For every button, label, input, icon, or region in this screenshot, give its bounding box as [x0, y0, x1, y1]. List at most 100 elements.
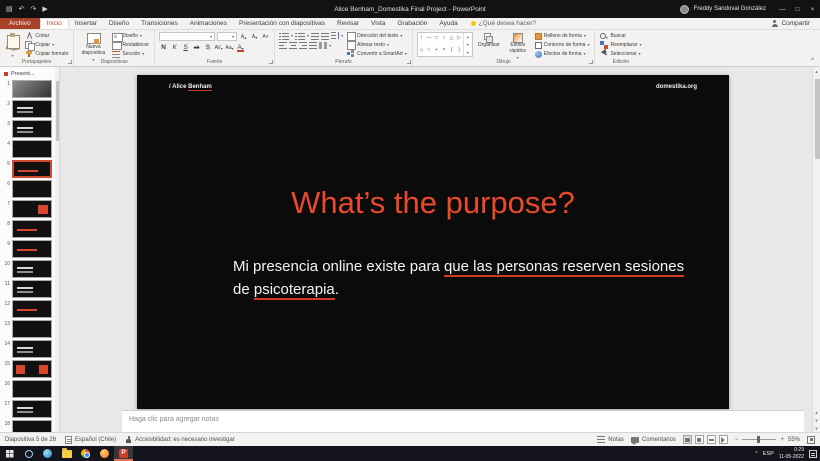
slide-thumbnail-image[interactable] — [12, 120, 52, 138]
slide-thumbnail-6[interactable]: 6 — [0, 180, 59, 200]
slide-thumbnail-4[interactable]: 4 — [0, 140, 59, 160]
search-button[interactable] — [19, 446, 38, 461]
slide-thumbnail-12[interactable]: 12 — [0, 300, 59, 320]
tab-insertar[interactable]: Insertar — [69, 18, 103, 29]
slide-author-text[interactable]: / Alice Benham — [169, 84, 212, 90]
slide-thumbnail-image[interactable] — [12, 180, 52, 198]
numbering-icon[interactable] — [295, 33, 305, 40]
slide-thumbnail-image[interactable] — [12, 100, 52, 118]
taskbar-firefox[interactable] — [95, 446, 114, 461]
comments-toggle[interactable]: Comentarios — [631, 437, 676, 443]
font-name-combobox[interactable]: ▾ — [159, 32, 215, 41]
share-button[interactable]: Compartir — [761, 18, 820, 29]
tab-ayuda[interactable]: Ayuda — [433, 18, 463, 29]
tab-grabación[interactable]: Grabación — [391, 18, 433, 29]
slide-thumbnail-1[interactable]: 1 — [0, 80, 59, 100]
slide-counter[interactable]: Diapositiva 5 de 26 — [5, 437, 56, 443]
slide-thumbnail-5[interactable]: 5 — [0, 160, 59, 180]
gallery-up-icon[interactable]: ▴ — [467, 34, 469, 39]
start-button[interactable] — [0, 446, 19, 461]
taskbar-powerpoint[interactable]: P — [114, 446, 133, 461]
save-icon[interactable]: ▤ — [6, 5, 13, 13]
font-color-button[interactable]: A▾ — [236, 43, 245, 52]
slide-thumbnail-17[interactable]: 17 — [0, 400, 59, 420]
slide-thumbnail-13[interactable]: 13 — [0, 320, 59, 340]
tell-me-box[interactable]: ¿Qué desea hacer? — [464, 18, 543, 29]
text-shadow-button[interactable]: S — [203, 43, 212, 52]
quick-styles-button[interactable]: Estilos rápidos ▾ — [505, 32, 531, 61]
slide-thumbnail-18[interactable]: 18 — [0, 420, 59, 432]
fit-slide-icon[interactable] — [807, 436, 815, 444]
line-spacing-icon[interactable] — [331, 32, 339, 40]
format-painter-button[interactable]: Copiar formato — [24, 50, 69, 58]
tab-presentación-con-diapositivas[interactable]: Presentación con diapositivas — [233, 18, 331, 29]
taskbar-edge[interactable] — [38, 446, 57, 461]
align-left-icon[interactable] — [279, 42, 287, 49]
previous-slide-icon[interactable]: ▲ — [813, 408, 820, 416]
align-center-icon[interactable] — [289, 42, 297, 49]
clear-formatting-button[interactable]: A× — [261, 32, 270, 41]
slide-thumbnail-image[interactable] — [12, 200, 52, 218]
zoom-slider[interactable] — [742, 439, 776, 440]
cut-button[interactable]: Cortar — [24, 32, 69, 40]
slide-thumbnail-14[interactable]: 14 — [0, 340, 59, 360]
shape-fill-button[interactable]: Relleno de forma▾ — [534, 32, 591, 40]
zoom-slider-thumb[interactable] — [757, 436, 760, 443]
slide-thumbnail-image[interactable] — [12, 140, 52, 158]
justify-icon[interactable] — [309, 42, 317, 49]
dialog-launcher-icon[interactable] — [269, 60, 273, 64]
scroll-down-icon[interactable]: ▼ — [813, 424, 820, 432]
shrink-font-button[interactable]: A▾ — [250, 32, 259, 41]
zoom-in-icon[interactable]: + — [780, 437, 784, 443]
bullets-icon[interactable] — [279, 33, 289, 40]
slide-thumbnail-9[interactable]: 9 — [0, 240, 59, 260]
slide-canvas[interactable]: / Alice Benham domestika.org What’s the … — [137, 75, 729, 409]
shape-effects-button[interactable]: Efectos de forma▾ — [534, 50, 591, 58]
reset-button[interactable]: Restablecer — [111, 41, 150, 49]
slide-thumbnail-15[interactable]: 15 — [0, 360, 59, 380]
slide-thumbnail-image[interactable] — [12, 320, 52, 338]
text-direction-button[interactable]: Dirección del texto▾ — [346, 32, 408, 40]
italic-button[interactable]: K — [170, 43, 179, 52]
slide-title[interactable]: What’s the purpose? — [137, 185, 729, 221]
replace-button[interactable]: Reemplazar▾ — [599, 41, 642, 49]
taskbar-file-explorer[interactable] — [57, 446, 76, 461]
minimize-button[interactable]: — — [775, 0, 790, 18]
tab-diseño[interactable]: Diseño — [103, 18, 135, 29]
slide-thumbnail-image[interactable] — [12, 260, 52, 278]
tab-archivo[interactable]: Archivo — [0, 18, 40, 29]
language-indicator[interactable]: ESP — [763, 451, 774, 457]
columns-icon[interactable] — [319, 42, 327, 49]
normal-view-button[interactable] — [683, 435, 692, 444]
slide-thumbnail-image[interactable] — [12, 380, 52, 398]
underline-button[interactable]: S — [181, 43, 190, 52]
dialog-launcher-icon[interactable] — [407, 60, 411, 64]
change-case-button[interactable]: Aa▾ — [225, 43, 234, 52]
slide-thumbnail-image[interactable] — [12, 160, 52, 178]
scrollbar-thumb[interactable] — [815, 79, 820, 159]
find-button[interactable]: Buscar — [599, 32, 642, 40]
taskbar-clock[interactable]: 0:29 11-05-2022 — [779, 447, 804, 460]
slide-thumbnail-image[interactable] — [12, 280, 52, 298]
strikethrough-button[interactable]: ab — [192, 43, 201, 52]
layout-button[interactable]: Diseño▾ — [111, 32, 150, 40]
tab-inicio[interactable]: Inicio — [40, 18, 69, 29]
slide-thumbnail-image[interactable] — [12, 240, 52, 258]
slide-thumbnail-image[interactable] — [12, 360, 52, 378]
vertical-scrollbar[interactable]: ▲ ▲ ▼ ▼ — [812, 67, 820, 432]
increase-indent-icon[interactable] — [321, 33, 329, 40]
undo-icon[interactable]: ↶ — [19, 5, 25, 13]
slide-thumbnail-2[interactable]: 2 — [0, 100, 59, 120]
slide-thumbnail-image[interactable] — [12, 80, 52, 98]
notes-toggle[interactable]: Notas — [597, 436, 624, 443]
spell-check-status[interactable]: Español (Chile) — [65, 436, 116, 444]
slide-thumbnail-8[interactable]: 8 — [0, 220, 59, 240]
user-name[interactable]: Freddy Sandoval González — [694, 6, 766, 12]
section-button[interactable]: Sección▾ — [111, 50, 150, 58]
slide-thumbnail-image[interactable] — [12, 340, 52, 358]
action-center-icon[interactable] — [809, 450, 817, 458]
paste-button[interactable]: Pegar ▾ — [4, 32, 21, 59]
scroll-up-icon[interactable]: ▲ — [813, 67, 820, 75]
dialog-launcher-icon[interactable] — [589, 60, 593, 64]
slide-body-text[interactable]: Mi presencia online existe para que las … — [233, 255, 689, 301]
